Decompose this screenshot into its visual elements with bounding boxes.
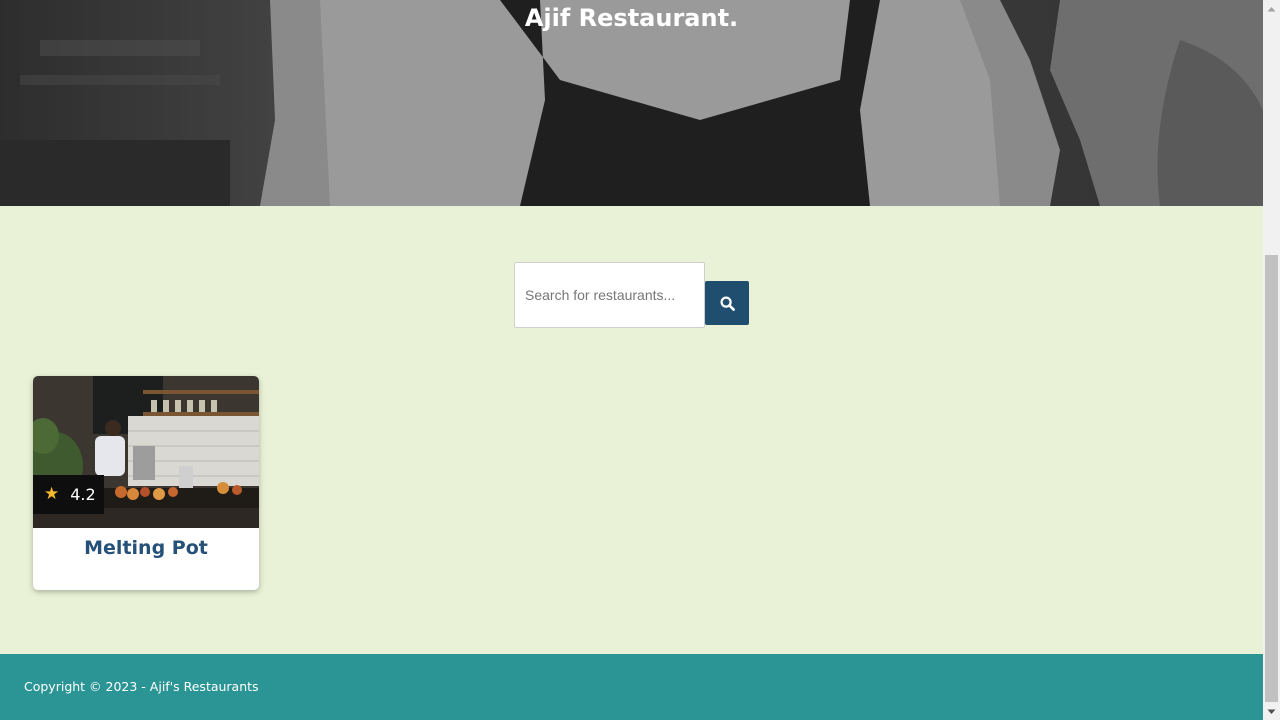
restaurant-card[interactable]: ★ 4.2 Melting Pot bbox=[33, 376, 259, 590]
hero-banner: Ajif Restaurant. bbox=[0, 0, 1263, 206]
search-button[interactable] bbox=[705, 281, 749, 325]
vertical-scrollbar[interactable] bbox=[1263, 0, 1280, 720]
rating-value: 4.2 bbox=[70, 485, 96, 504]
restaurant-name[interactable]: Melting Pot bbox=[33, 537, 259, 559]
footer: Copyright © 2023 - Ajif's Restaurants bbox=[0, 654, 1263, 720]
scrollbar-thumb[interactable] bbox=[1265, 255, 1278, 702]
scroll-down-icon[interactable] bbox=[1263, 703, 1280, 720]
scroll-up-icon[interactable] bbox=[1263, 0, 1280, 17]
rating-badge: ★ 4.2 bbox=[33, 475, 104, 514]
copyright-text: Copyright © 2023 - Ajif's Restaurants bbox=[24, 679, 259, 694]
hero-title: Ajif Restaurant. bbox=[524, 4, 739, 32]
search-input[interactable] bbox=[514, 262, 705, 328]
search-icon bbox=[719, 295, 735, 311]
star-icon: ★ bbox=[44, 484, 60, 504]
